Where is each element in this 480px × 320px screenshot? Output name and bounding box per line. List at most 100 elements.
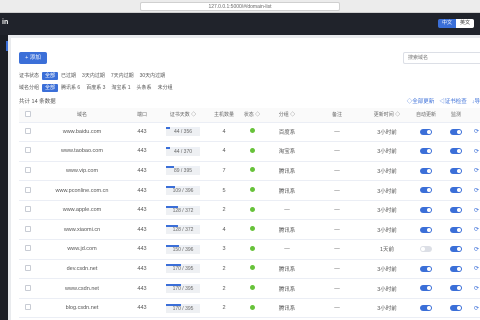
cert-status-label: 证书状态	[19, 73, 40, 79]
update-all-button[interactable]: ◇全部更新	[407, 97, 435, 105]
status-ok-icon	[249, 226, 255, 232]
lang-option-chinese[interactable]: 中文	[437, 19, 456, 28]
monitor-toggle[interactable]	[450, 285, 462, 292]
auto-update-toggle[interactable]	[420, 246, 432, 253]
monitor-cell	[443, 298, 469, 319]
refresh-icon[interactable]: ⟳	[474, 129, 479, 135]
table-row[interactable]: blog.csdn.net 443 170 / 395 2 腾讯系 —3小时前 ⟳	[19, 298, 480, 319]
table-row[interactable]: www.baidu.com 443 44 / 356 4 百度系 —3小时前 ⟳	[19, 122, 480, 143]
monitor-toggle[interactable]	[450, 148, 462, 155]
table-row[interactable]: www.jd.com 443 150 / 396 3— —1天前 ⟳	[19, 239, 480, 260]
row-select[interactable]	[19, 180, 37, 201]
cert-days-bar: 109 / 396	[166, 186, 200, 196]
row-select[interactable]	[19, 259, 37, 280]
refresh-icon[interactable]: ⟳	[474, 227, 479, 233]
filter-option[interactable]: 全部	[42, 83, 59, 92]
filter-option[interactable]: 头条系	[134, 84, 155, 92]
export-button[interactable]: ↓导	[472, 97, 480, 105]
filter-option[interactable]: 淘宝系 1	[108, 84, 133, 92]
row-select[interactable]	[19, 200, 37, 221]
table-row[interactable]: www.pconline.com.cn 443 109 / 396 5 腾讯系 —3小时前…	[19, 180, 480, 201]
row-select[interactable]	[19, 219, 37, 241]
refresh-icon[interactable]: ⟳	[474, 208, 479, 214]
monitor-toggle[interactable]	[450, 265, 462, 272]
header-select-all[interactable]	[19, 108, 37, 123]
filter-option[interactable]: 3天内过期	[79, 72, 108, 80]
row-checkbox[interactable]	[25, 225, 31, 232]
auto-update-toggle[interactable]	[420, 148, 432, 155]
auto-update-cell	[409, 239, 443, 260]
row-select[interactable]	[19, 122, 37, 143]
status-ok-icon	[249, 304, 255, 310]
url-bar[interactable]: 127.0.0.1:5000/#/domain-list	[140, 2, 340, 11]
table-row[interactable]: www.taobao.com 443 44 / 370 4 淘宝系 —3小时前 ⟳	[19, 141, 480, 162]
auto-update-toggle[interactable]	[420, 128, 432, 135]
updated-cell: 3小时前	[365, 259, 409, 280]
auto-update-toggle[interactable]	[420, 265, 432, 272]
table-row[interactable]: www.csdn.net 443 170 / 395 2 腾讯系 —3小时前 ⟳	[19, 278, 480, 299]
refresh-icon[interactable]: ⟳	[474, 188, 479, 194]
table-row[interactable]: dev.csdn.net 443 170 / 395 2 腾讯系 —3小时前 ⟳	[19, 259, 480, 280]
auto-update-toggle[interactable]	[420, 187, 432, 194]
row-checkbox[interactable]	[25, 264, 31, 271]
cert-check-button[interactable]: ◁证书检查	[439, 97, 467, 105]
auto-update-toggle[interactable]	[420, 304, 432, 311]
filter-option[interactable]: 未分组	[155, 84, 176, 92]
row-checkbox[interactable]	[25, 166, 31, 173]
filter-option[interactable]: 全部	[42, 71, 59, 80]
row-checkbox[interactable]	[25, 245, 31, 252]
row-checkbox[interactable]	[25, 186, 31, 193]
monitor-toggle[interactable]	[450, 128, 462, 135]
table-row[interactable]: www.apple.com 443 128 / 372 2— —3小时前 ⟳	[19, 200, 480, 221]
refresh-icon[interactable]: ⟳	[474, 286, 479, 292]
monitor-toggle[interactable]	[450, 167, 462, 174]
refresh-icon[interactable]: ⟳	[474, 266, 479, 272]
row-select[interactable]	[19, 239, 37, 260]
auto-update-toggle[interactable]	[420, 206, 432, 213]
cert-days-text: 109 / 396	[166, 188, 200, 196]
filter-option[interactable]: 7天内过期	[108, 72, 137, 80]
search-input[interactable]	[403, 52, 480, 64]
refresh-icon[interactable]: ⟳	[474, 149, 479, 155]
cert-days-bar: 170 / 395	[166, 303, 200, 313]
filter-option[interactable]: 30天内过期	[137, 72, 169, 80]
column-header[interactable]: 更新时间 ◇	[365, 108, 409, 123]
table-row[interactable]: www.xiaomi.cn 443 128 / 372 4 腾讯系 —3小时前 ⟳	[19, 219, 480, 241]
auto-update-toggle[interactable]	[420, 167, 432, 174]
refresh-icon[interactable]: ⟳	[474, 306, 479, 312]
row-select[interactable]	[19, 298, 37, 319]
select-all-checkbox[interactable]	[25, 110, 31, 117]
domain-cell: www.baidu.com	[37, 122, 127, 143]
monitor-toggle[interactable]	[450, 246, 462, 253]
table-row[interactable]: www.vip.com 443 89 / 395 7 腾讯系 —3小时前 ⟳	[19, 161, 480, 182]
refresh-icon[interactable]: ⟳	[474, 247, 479, 253]
auto-update-toggle[interactable]	[420, 285, 432, 292]
filter-option[interactable]: 百度系 3	[83, 84, 108, 92]
row-select[interactable]	[19, 161, 37, 182]
row-select[interactable]	[19, 141, 37, 162]
lang-option-english[interactable]: 英文	[455, 19, 474, 28]
add-domain-button[interactable]: + 添加	[19, 52, 47, 64]
column-header[interactable]: 状态 ◇	[239, 108, 265, 123]
column-header[interactable]: 证书天数 ◇	[157, 108, 209, 123]
monitor-toggle[interactable]	[450, 187, 462, 194]
cert-days-bar: 128 / 372	[166, 225, 200, 235]
hosts-cell: 2	[209, 278, 239, 299]
row-select[interactable]	[19, 278, 37, 299]
monitor-toggle[interactable]	[450, 304, 462, 311]
refresh-icon[interactable]: ⟳	[474, 168, 479, 174]
row-checkbox[interactable]	[25, 147, 31, 154]
monitor-toggle[interactable]	[450, 226, 462, 233]
filter-option[interactable]: 腾讯系 6	[58, 84, 83, 92]
status-cell	[239, 180, 265, 201]
row-checkbox[interactable]	[25, 127, 31, 134]
row-checkbox[interactable]	[25, 284, 31, 291]
auto-update-toggle[interactable]	[420, 226, 432, 233]
monitor-toggle[interactable]	[450, 206, 462, 213]
language-toggle[interactable]: 中文 英文	[437, 19, 474, 28]
filter-option[interactable]: 已过期	[58, 72, 79, 80]
row-checkbox[interactable]	[25, 304, 31, 311]
row-checkbox[interactable]	[25, 206, 31, 213]
updated-cell: 3小时前	[365, 298, 409, 319]
column-header[interactable]: 分组 ◇	[265, 108, 309, 123]
